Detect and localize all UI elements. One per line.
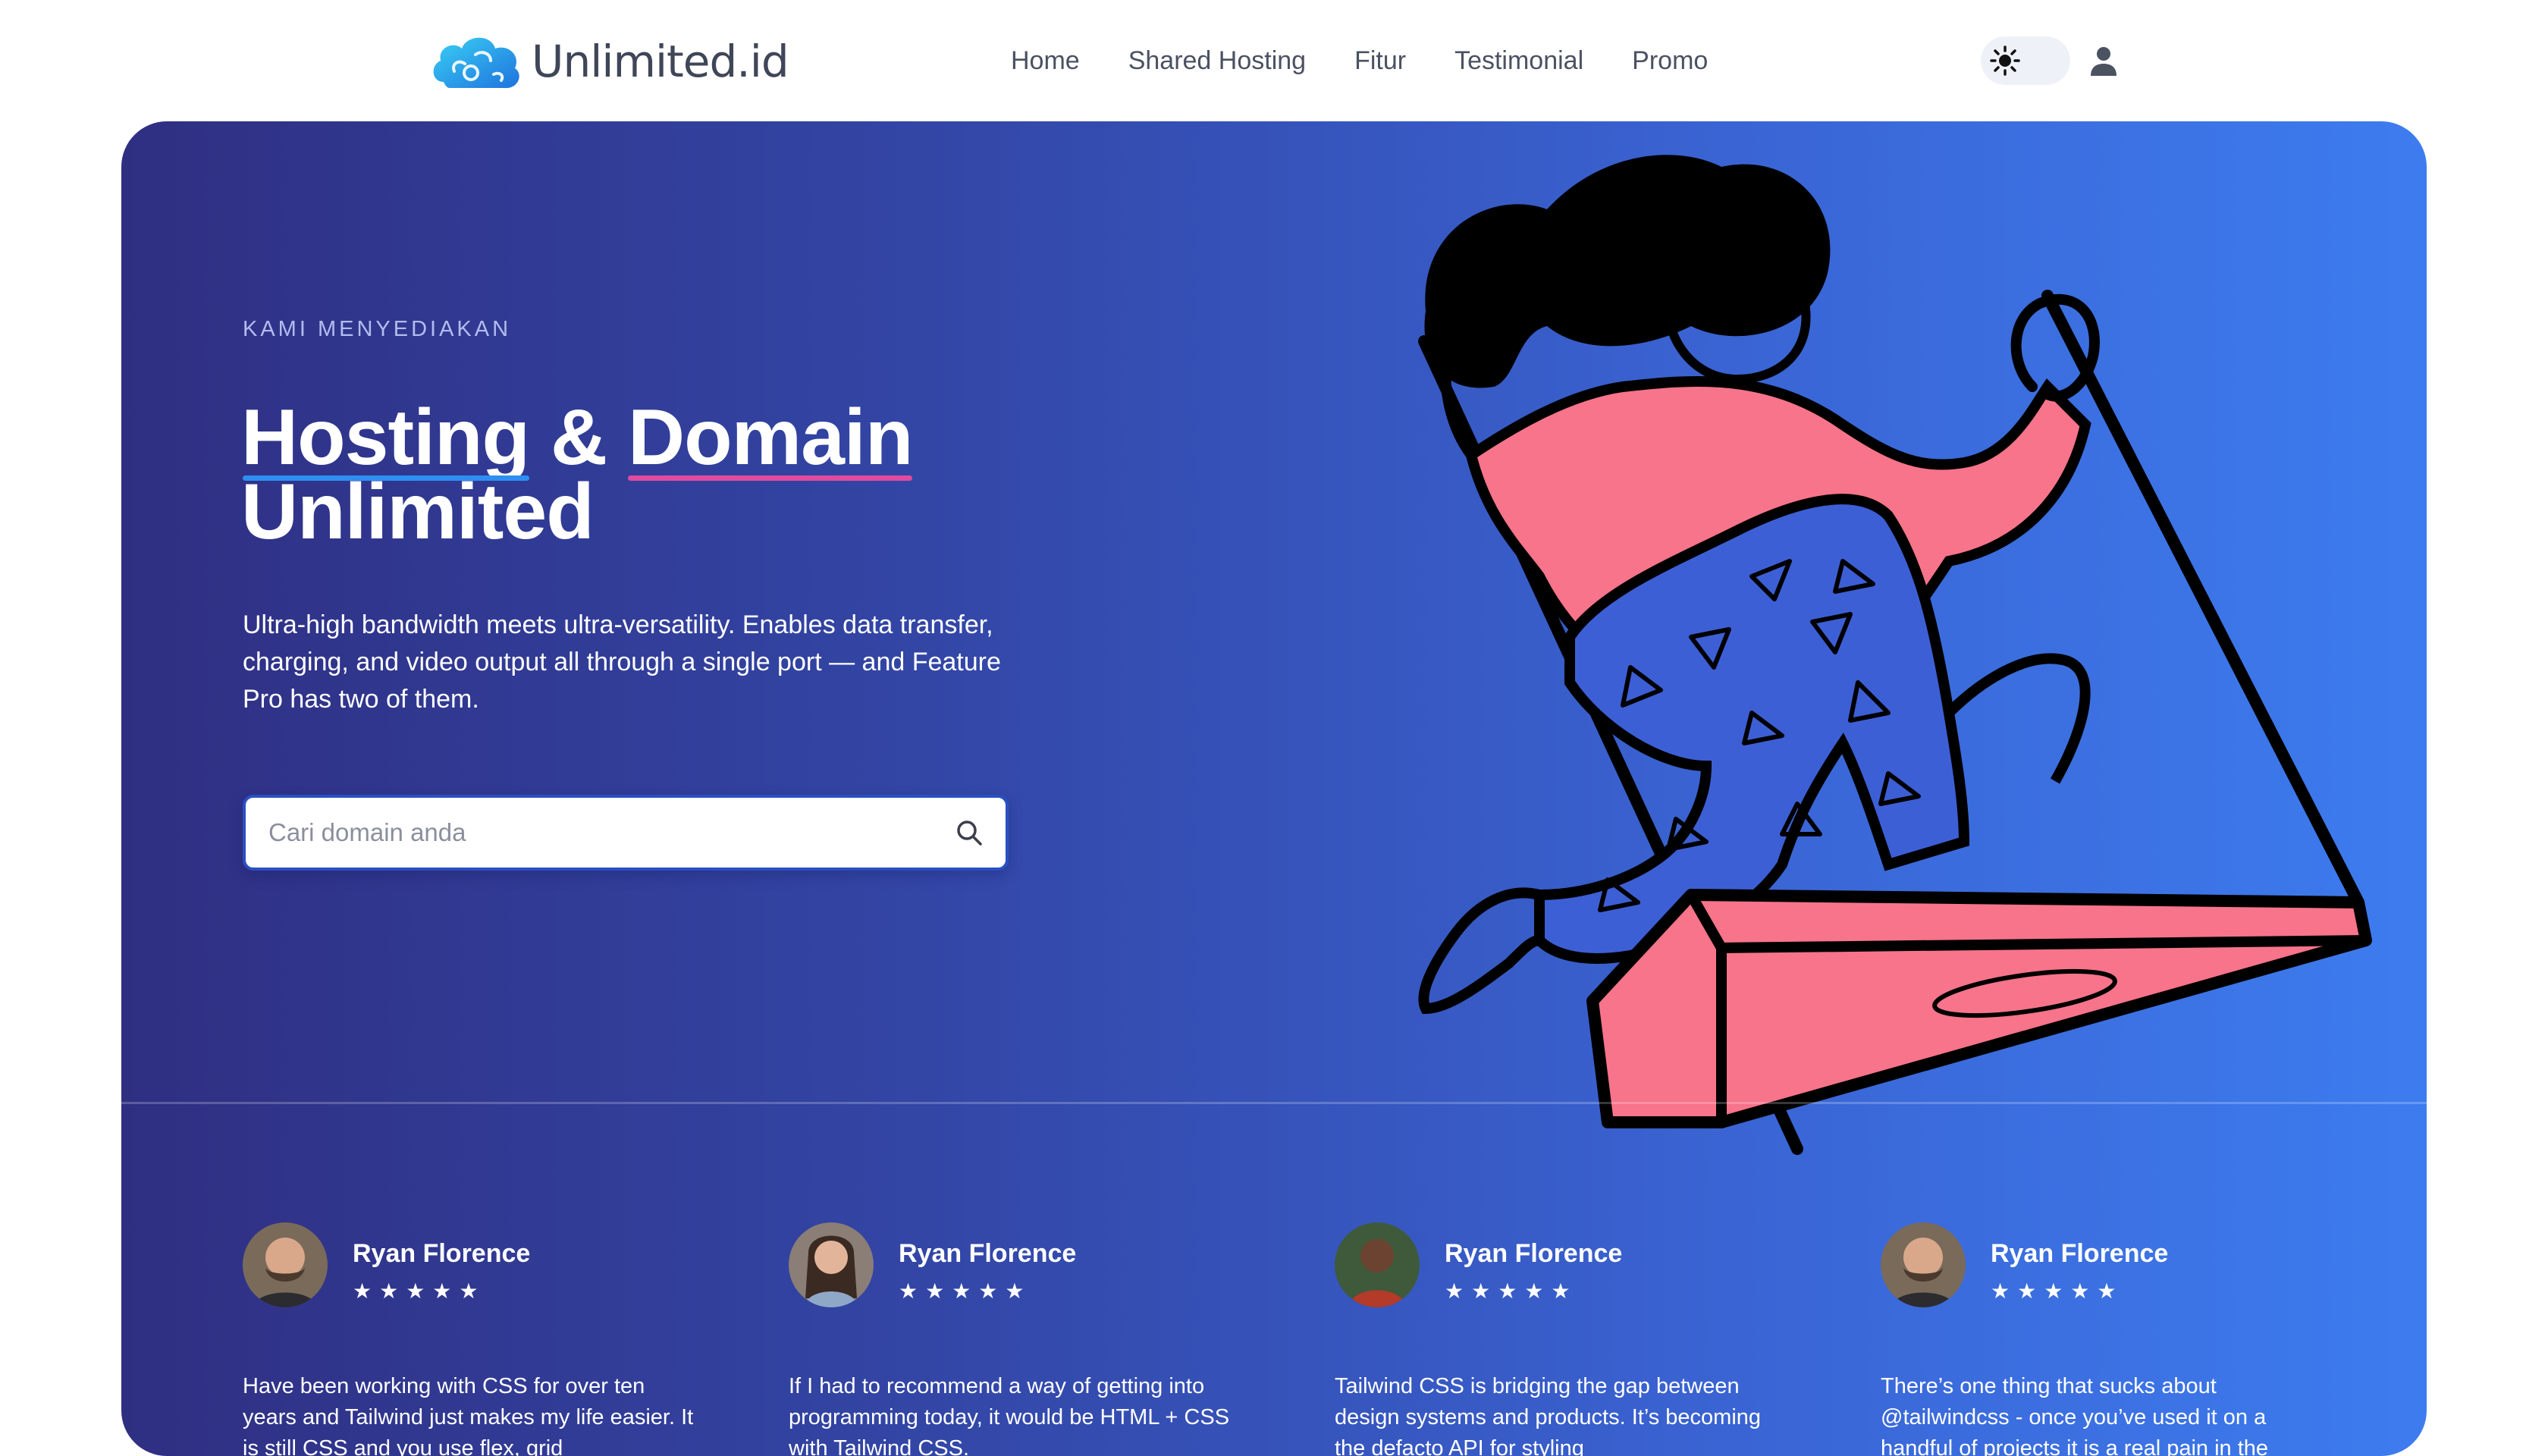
avatar [243,1222,328,1307]
search-icon[interactable] [954,817,984,848]
avatar [1335,1222,1420,1307]
brand-logo[interactable]: Unlimited.id [428,29,789,94]
star-rating: ★★★★★ [353,1279,486,1303]
avatar [789,1222,874,1307]
nav-shared-hosting[interactable]: Shared Hosting [1128,42,1306,80]
testimonial-quote: Tailwind CSS is bridging the gap between… [1335,1374,1762,1456]
domain-search-box [243,795,1009,871]
top-navigation-bar: Unlimited.id Home Shared Hosting Fitur T… [0,0,2548,121]
domain-search-input[interactable] [267,798,927,868]
theme-toggle[interactable] [1981,36,2070,85]
cloud-logo-icon [433,37,519,89]
testimonial-quote: If I had to recommend a way of getting i… [789,1374,1230,1456]
nav-home[interactable]: Home [1011,42,1080,80]
star-rating: ★★★★★ [1991,1279,2124,1303]
brand-name: Unlimited [532,36,737,87]
swing-illustration [1418,155,2372,1155]
headline-word-domain: Domain [627,394,913,482]
brand-tld: .id [736,36,789,87]
hero-headline: Hosting & Domain Unlimited [241,394,913,556]
nav-fitur[interactable]: Fitur [1354,42,1406,80]
headline-word-unlimited: Unlimited [241,468,595,556]
user-icon[interactable] [2087,44,2120,77]
testimonial-quote: There’s one thing that sucks about @tail… [1881,1374,2269,1456]
sun-icon [1990,46,2020,76]
headline-ampersand: & [550,394,607,482]
testimonial-author: Ryan Florence [353,1239,531,1268]
brand-wordmark: Unlimited.id [532,36,789,87]
testimonial-author: Ryan Florence [1445,1239,1623,1268]
avatar [1881,1222,1966,1307]
testimonial-author: Ryan Florence [899,1239,1077,1268]
hero-description: Ultra-high bandwidth meets ultra-versati… [243,610,1001,714]
star-rating: ★★★★★ [899,1279,1032,1303]
hero-eyebrow: KAMI MENYEDIAKAN [243,317,512,341]
section-divider [121,1102,2427,1104]
headline-word-hosting: Hosting [241,394,530,482]
main-nav: Home Shared Hosting Fitur Testimonial Pr… [1011,42,1756,80]
testimonial-quote: Have been working with CSS for over ten … [243,1374,694,1456]
star-rating: ★★★★★ [1445,1279,1578,1303]
nav-testimonial[interactable]: Testimonial [1454,42,1583,80]
nav-promo[interactable]: Promo [1632,42,1708,80]
hero-section: KAMI MENYEDIAKAN Hosting & Domain Unlimi… [121,121,2427,1456]
testimonial-author: Ryan Florence [1991,1239,2169,1268]
